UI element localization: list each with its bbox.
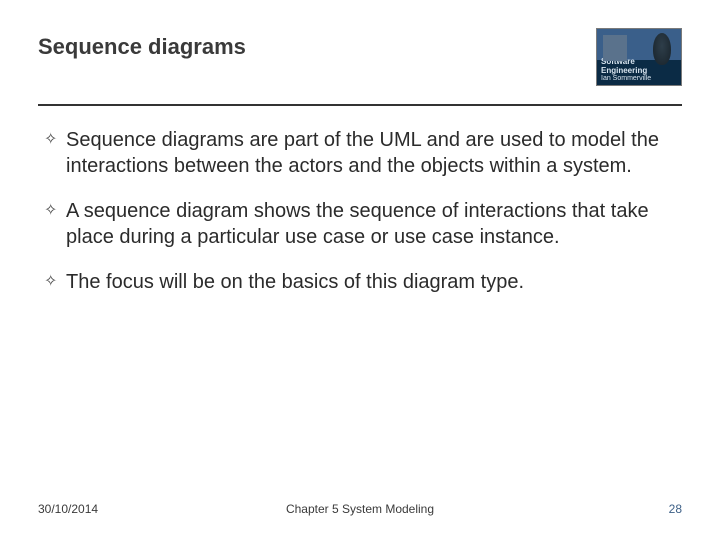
slide-body: ✧ Sequence diagrams are part of the UML …	[38, 128, 682, 296]
logo-line2: Ian Sommerville	[601, 75, 651, 82]
slide-footer: 30/10/2014 Chapter 5 System Modeling 28	[0, 502, 720, 516]
logo-text: Software Engineering Ian Sommerville	[601, 58, 681, 83]
slide: Sequence diagrams Software Engineering I…	[0, 0, 720, 540]
header-divider	[38, 104, 682, 106]
logo-line1: Software Engineering	[601, 58, 681, 76]
diamond-bullet-icon: ✧	[44, 199, 66, 221]
bullet-item: ✧ The focus will be on the basics of thi…	[44, 270, 676, 296]
diamond-bullet-icon: ✧	[44, 128, 66, 150]
footer-chapter: Chapter 5 System Modeling	[0, 502, 720, 516]
bullet-text: The focus will be on the basics of this …	[66, 270, 676, 296]
bullet-text: Sequence diagrams are part of the UML an…	[66, 128, 676, 179]
bullet-text: A sequence diagram shows the sequence of…	[66, 199, 676, 250]
slide-header: Sequence diagrams Software Engineering I…	[38, 28, 682, 86]
book-cover-logo: Software Engineering Ian Sommerville	[596, 28, 682, 86]
diamond-bullet-icon: ✧	[44, 270, 66, 292]
bullet-item: ✧ A sequence diagram shows the sequence …	[44, 199, 676, 250]
bullet-item: ✧ Sequence diagrams are part of the UML …	[44, 128, 676, 179]
slide-title: Sequence diagrams	[38, 28, 246, 60]
